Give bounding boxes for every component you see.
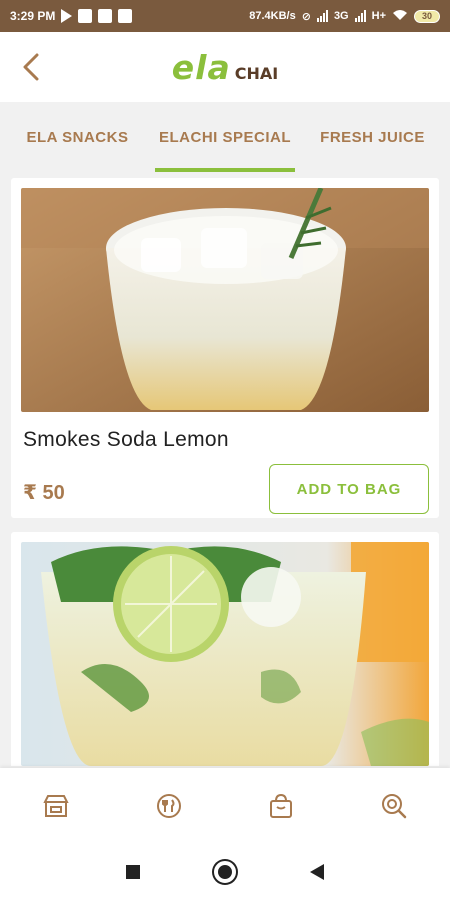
brand-logo: ela CHAI bbox=[172, 48, 278, 87]
product-price: ₹ 50 bbox=[23, 481, 65, 504]
menu-fork-knife-icon bbox=[156, 794, 181, 818]
back-button[interactable] bbox=[16, 52, 46, 82]
category-tabs: ELA SNACKS ELACHI SPECIAL FRESH JUICE bbox=[0, 102, 450, 172]
product-list[interactable]: Smokes Soda Lemon ₹ 50 ADD TO BAG bbox=[11, 178, 439, 766]
chevron-left-icon bbox=[23, 53, 39, 81]
status-time: 3:29 PM bbox=[10, 9, 56, 23]
home-button[interactable] bbox=[214, 861, 236, 883]
network-speed: 87.4KB/s bbox=[249, 10, 296, 22]
nav-bag[interactable] bbox=[251, 776, 311, 836]
product-card bbox=[11, 532, 439, 766]
bottom-nav bbox=[0, 768, 450, 844]
status-right: 87.4KB/s ⊘ 3G H+ 30 bbox=[249, 9, 440, 24]
product-row: ₹ 50 ADD TO BAG bbox=[21, 464, 429, 514]
product-card: Smokes Soda Lemon ₹ 50 ADD TO BAG bbox=[11, 178, 439, 518]
store-icon bbox=[43, 795, 69, 817]
product-image-mojito bbox=[21, 542, 429, 766]
notification-icon bbox=[78, 9, 93, 23]
search-icon bbox=[381, 794, 406, 819]
logo-primary: ela bbox=[171, 47, 231, 87]
recents-button[interactable] bbox=[126, 865, 140, 879]
nav-menu[interactable] bbox=[139, 776, 199, 836]
status-left: 3:29 PM bbox=[10, 9, 133, 23]
nav-store[interactable] bbox=[26, 776, 86, 836]
network-type-1: 3G bbox=[333, 10, 349, 22]
tab-ela-snacks[interactable]: ELA SNACKS bbox=[0, 102, 155, 172]
wifi-icon bbox=[392, 9, 408, 24]
tab-fresh-juice[interactable]: FRESH JUICE bbox=[295, 102, 450, 172]
app-notification-icon bbox=[118, 9, 133, 23]
product-name: Smokes Soda Lemon bbox=[23, 428, 229, 451]
system-nav-bar bbox=[0, 844, 450, 900]
app-header: ela CHAI bbox=[0, 32, 450, 102]
add-to-bag-button[interactable]: ADD TO BAG bbox=[269, 464, 429, 514]
play-store-icon bbox=[61, 9, 73, 23]
product-image-soda-lemon bbox=[21, 188, 429, 412]
battery-icon: 30 bbox=[414, 9, 440, 23]
signal-icon-2 bbox=[354, 10, 366, 22]
message-icon bbox=[98, 9, 113, 23]
logo-secondary: CHAI bbox=[234, 63, 279, 83]
vibrate-icon: ⊘ bbox=[301, 10, 311, 23]
shopping-bag-icon bbox=[270, 793, 293, 818]
network-type-2: H+ bbox=[371, 10, 386, 22]
nav-search[interactable] bbox=[364, 776, 424, 836]
signal-icon bbox=[316, 10, 328, 22]
tab-elachi-special[interactable]: ELACHI SPECIAL bbox=[155, 102, 295, 172]
system-back-button[interactable] bbox=[310, 864, 324, 880]
status-bar: 3:29 PM 87.4KB/s ⊘ 3G H+ 30 bbox=[0, 0, 450, 32]
